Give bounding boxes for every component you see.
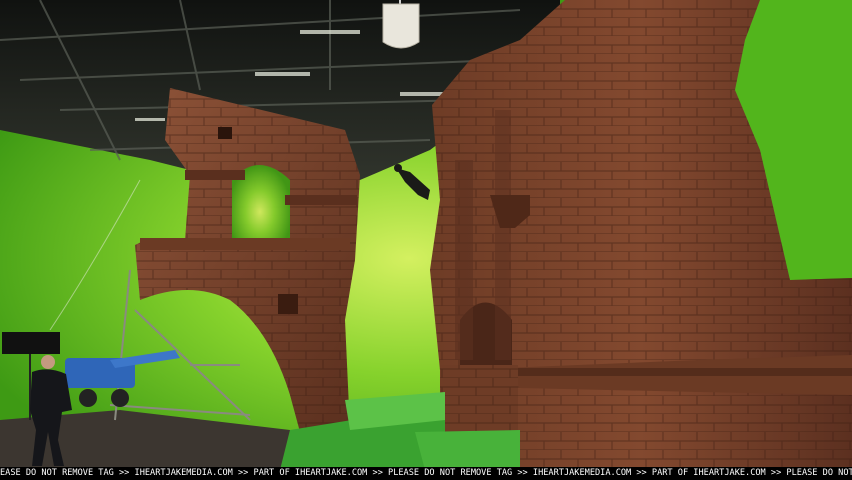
hanging-lantern	[382, 3, 420, 49]
watermark-text: EASE DO NOT REMOVE TAG >> IHEARTJAKEMEDI…	[0, 468, 852, 478]
film-set-scene: EASE DO NOT REMOVE TAG >> IHEARTJAKEMEDI…	[0, 0, 852, 480]
watermark-tag-strip: EASE DO NOT REMOVE TAG >> IHEARTJAKEMEDI…	[0, 467, 852, 480]
scene-illustration	[0, 0, 852, 470]
